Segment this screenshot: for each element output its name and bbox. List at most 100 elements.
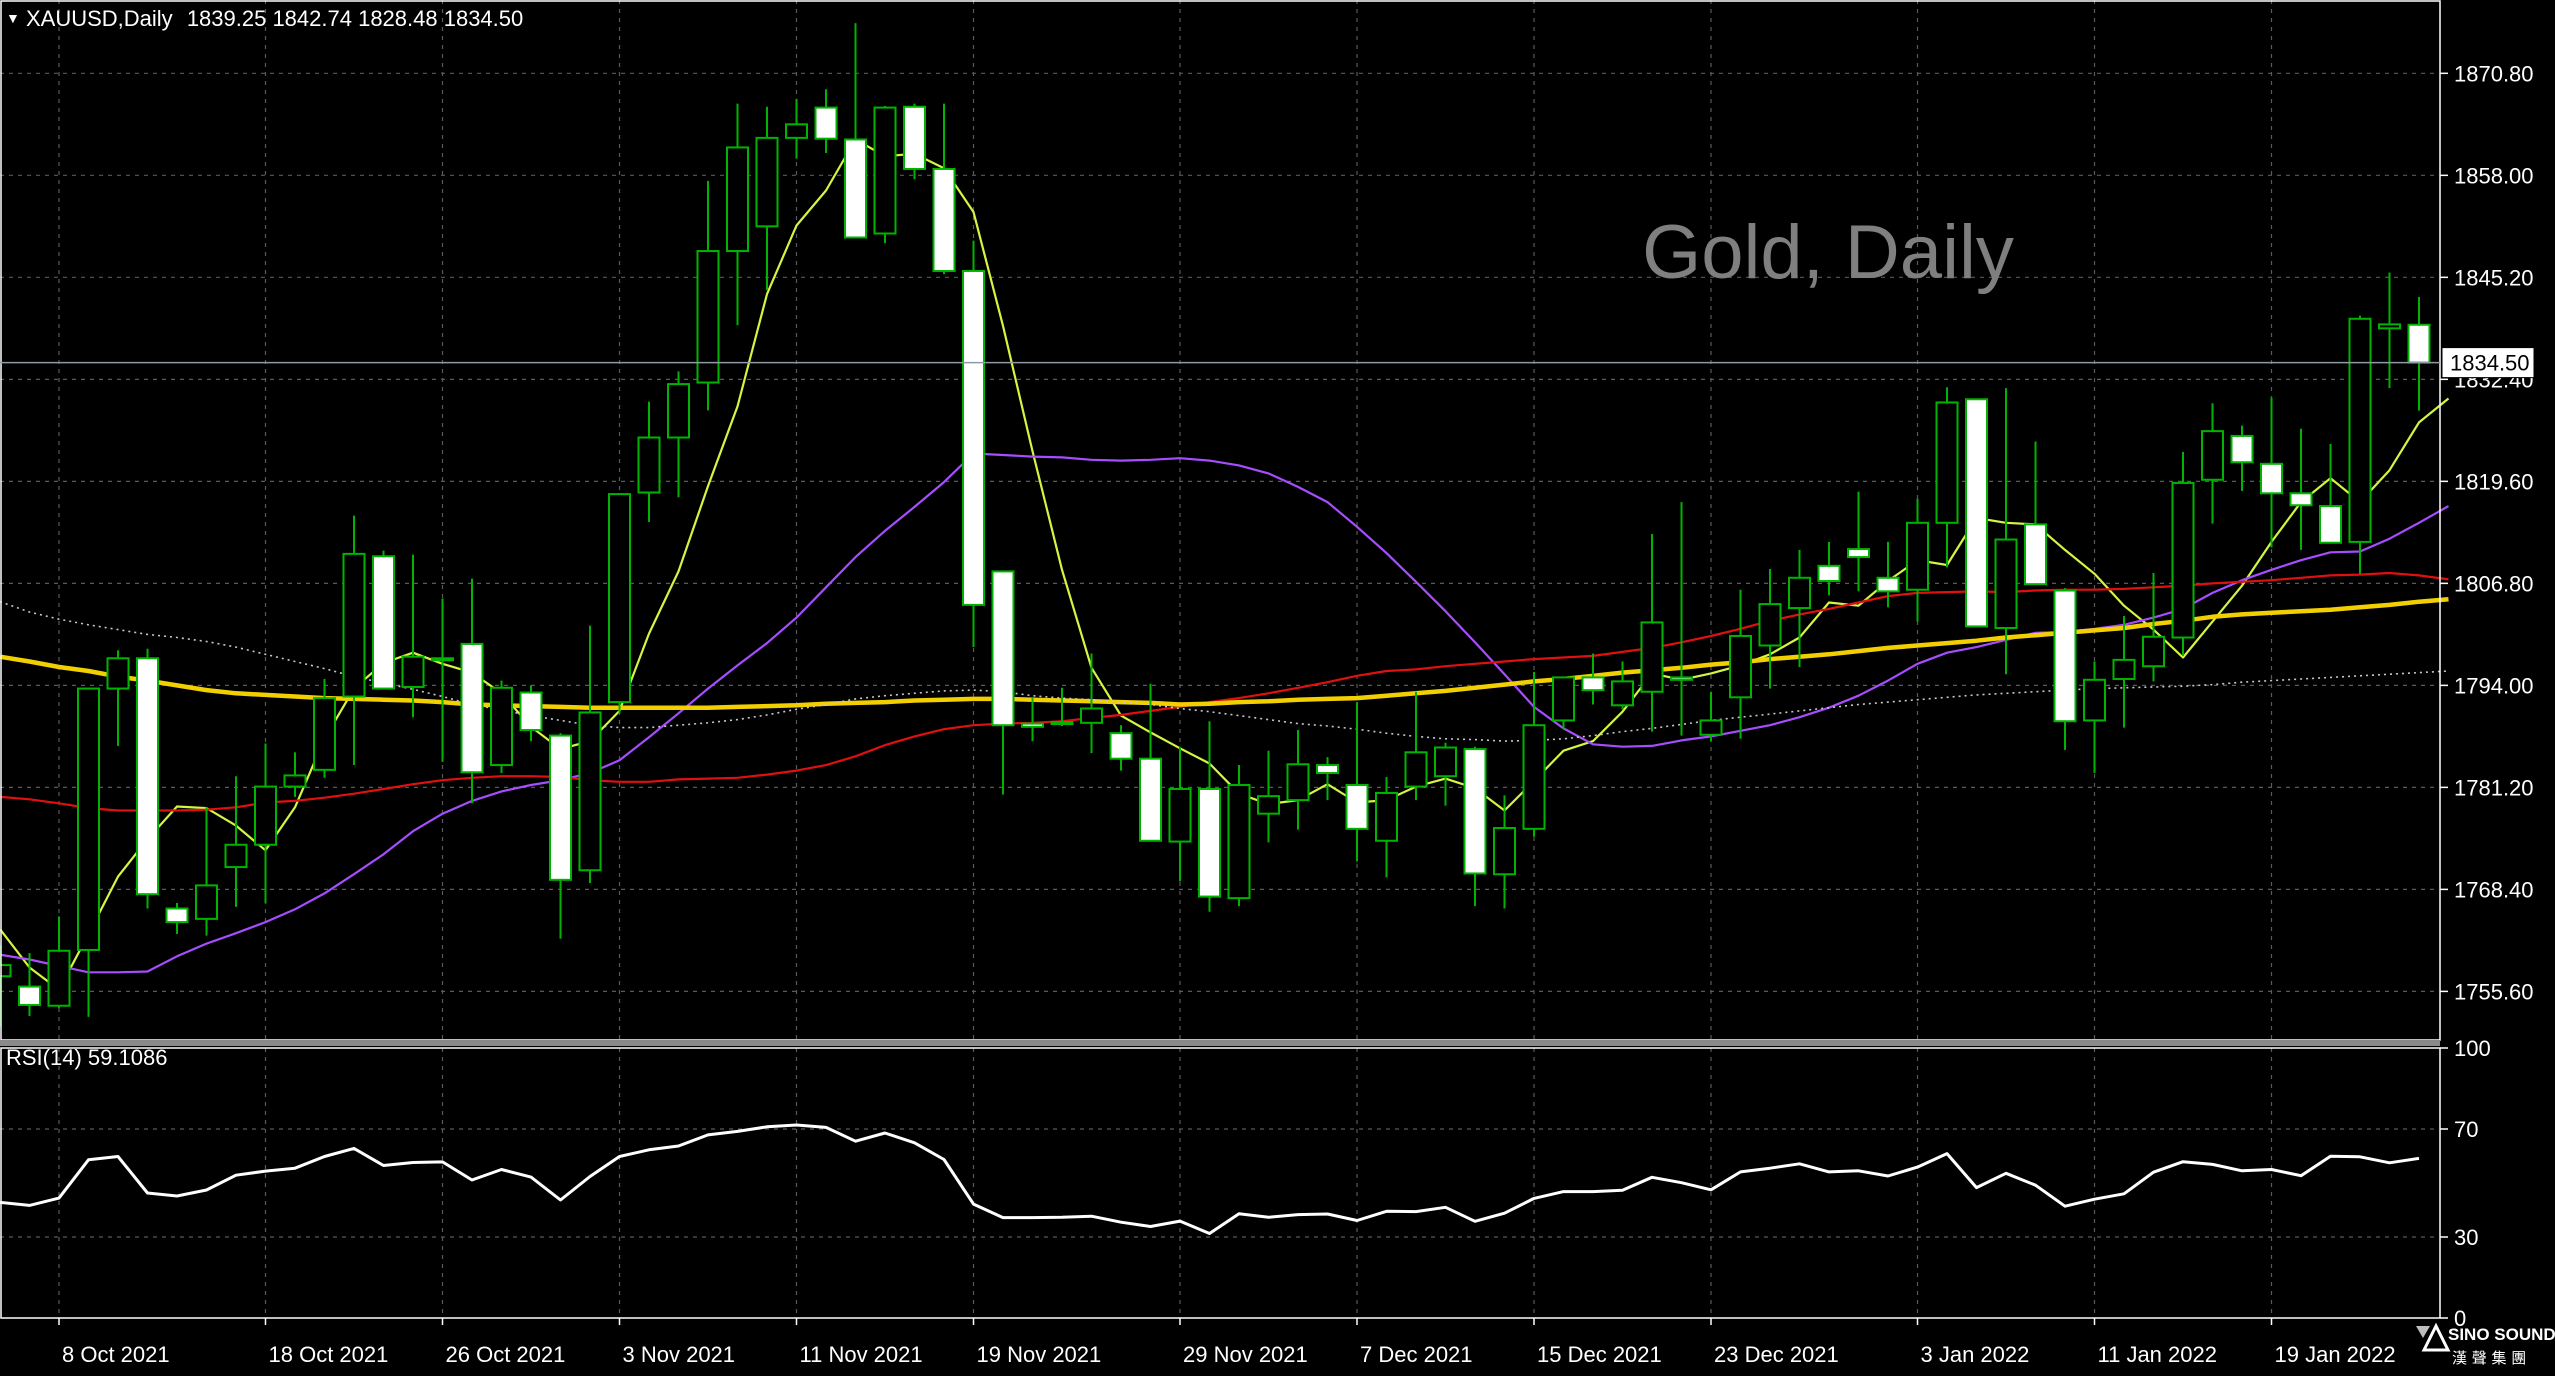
candle-body-bull [667, 383, 690, 439]
candle-body-bull [1080, 707, 1103, 724]
candle-body-bull [1729, 634, 1752, 699]
candle [696, 180, 720, 411]
candle-body-bear [844, 138, 867, 239]
candle [1699, 691, 1723, 742]
candle-body-bull [1906, 521, 1929, 591]
ohlc-values: 1839.25 1842.74 1828.48 1834.50 [186, 6, 524, 31]
candle [814, 89, 838, 154]
candle-body-bull [283, 774, 307, 788]
time-tick-label: 15 Dec 2021 [1537, 1342, 1662, 1367]
candle-body-bull [431, 657, 454, 662]
candle [1463, 746, 1487, 907]
candle [1375, 777, 1398, 878]
candle-body-bear [1463, 748, 1487, 875]
time-tick-label: 3 Jan 2022 [1921, 1342, 2030, 1367]
candle [1670, 502, 1693, 736]
candle-body-bull [1788, 576, 1811, 610]
candle [2171, 451, 2195, 656]
candle-body-bull [1493, 827, 1516, 876]
price-tick-label: 1781.20 [2454, 775, 2534, 800]
candle [932, 103, 956, 275]
price-tick-label: 1819.60 [2454, 469, 2534, 494]
candle-body-bear [1876, 576, 1900, 593]
candle [2378, 272, 2401, 389]
candle [2348, 315, 2372, 574]
candle [1817, 541, 1841, 596]
rsi-tick-label: 70 [2454, 1117, 2478, 1142]
candle [2024, 441, 2047, 586]
chart: 1870.801858.001845.201832.401819.601806.… [0, 0, 2535, 1367]
candle [903, 103, 926, 180]
candle [401, 554, 425, 718]
chart-header: ▼ XAUUSD,Daily 1839.25 1842.74 1828.48 1… [6, 6, 523, 32]
candle-body-bull [2201, 430, 2224, 481]
price-tick-label: 1845.20 [2454, 265, 2534, 290]
rsi-label: RSI(14) 59.1086 [6, 1045, 168, 1070]
candle-body-bull [1375, 791, 1398, 842]
candle [1522, 671, 1546, 837]
candle [1021, 698, 1044, 742]
candle-body-bull [578, 711, 602, 872]
panel-splitter[interactable] [0, 1040, 2440, 1046]
ma-line-2 [0, 452, 2450, 974]
candle-body-bull [254, 785, 277, 846]
candle [1109, 725, 1133, 771]
time-tick-label: 7 Dec 2021 [1360, 1342, 1473, 1367]
candle-body-bear [2260, 462, 2283, 495]
candle-body-bull [401, 655, 425, 688]
candle-body-bear [136, 657, 159, 896]
candle [1198, 721, 1221, 912]
candle [2407, 296, 2431, 411]
candle [1404, 691, 1428, 801]
time-tick-label: 11 Jan 2022 [2098, 1342, 2217, 1367]
rsi-tick-label: 100 [2454, 1036, 2491, 1061]
time-tick-label: 19 Jan 2022 [2275, 1342, 2396, 1367]
candle-body-bull [47, 949, 71, 1007]
candle-body-bull [726, 146, 749, 253]
price-tick-label: 1806.80 [2454, 571, 2534, 596]
candle-body-bull [490, 686, 513, 767]
candle [667, 371, 690, 498]
candle-body-bear [519, 691, 543, 731]
candle-body-bear [1050, 721, 1074, 726]
time-tick-label: 18 Oct 2021 [269, 1342, 389, 1367]
candle [165, 902, 189, 935]
candle [106, 650, 130, 746]
candle [1139, 683, 1162, 842]
logo-subtext: 漢 聲 集 團 [2452, 1349, 2526, 1367]
candle [755, 106, 779, 291]
candle-body-bear [1139, 757, 1162, 842]
candle [1257, 750, 1280, 843]
candle-body-bear [1109, 732, 1133, 760]
candle-body-bull [2142, 635, 2165, 668]
candle-body-bull [2083, 678, 2106, 722]
candle [844, 23, 867, 239]
candle-body-bear [1965, 398, 1988, 628]
candle [608, 493, 631, 714]
candle [1316, 757, 1339, 801]
candle-body-bear [903, 105, 926, 170]
candle-body-bull [224, 843, 248, 869]
candle-body-bull [755, 136, 779, 228]
candle-body-bull [637, 436, 661, 494]
candle [224, 776, 248, 907]
candle [1935, 387, 1959, 568]
candle-body-bull [1640, 621, 1664, 693]
candle [77, 687, 100, 1017]
candle-body-bull [785, 123, 808, 139]
candle-body-bear [1847, 548, 1870, 559]
candle-body-bull [1994, 538, 2018, 629]
candle-body-bear [814, 106, 838, 140]
time-tick-label: 3 Nov 2021 [623, 1342, 736, 1367]
candle-body-bull [2171, 481, 2195, 639]
candle-body-bear [549, 734, 572, 881]
candle-body-bear [372, 555, 395, 690]
candle [431, 598, 454, 762]
candle-body-bear [1670, 676, 1693, 681]
candle-body-bear [2289, 492, 2313, 507]
candle [18, 953, 41, 1017]
candle-body-bull [1257, 795, 1280, 815]
candle-body-bear [1021, 722, 1044, 728]
collapse-triangle-icon[interactable]: ▼ [6, 10, 20, 26]
candle [1994, 388, 2018, 675]
